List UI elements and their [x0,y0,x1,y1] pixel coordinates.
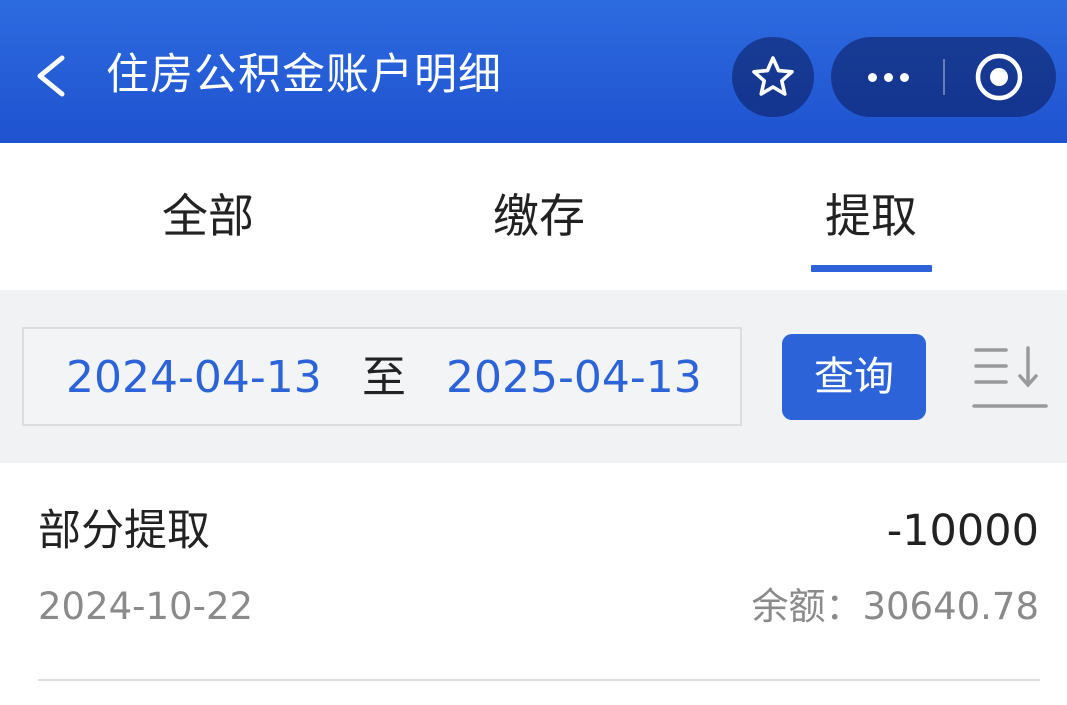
tab-withdraw[interactable]: 提取 [771,181,971,251]
record-balance: 余额：30640.78 [751,585,1039,628]
list-divider [38,679,1040,681]
tab-deposit[interactable]: 缴存 [439,181,639,251]
sort-descending-icon [972,346,1048,408]
active-tab-indicator [811,265,932,272]
favorite-button[interactable] [732,37,814,117]
tab-bar: 全部 缴存 提取 [0,143,1067,290]
record-date: 2024-10-22 [38,585,254,628]
list-item[interactable]: 部分提取 -10000 2024-10-22 余额：30640.78 [0,463,1067,683]
date-filter-bar: 2024-04-13 至 2025-04-13 查询 [0,290,1067,463]
sort-button[interactable] [970,342,1050,414]
close-button[interactable] [945,37,1056,117]
star-outline-icon [752,56,794,96]
query-button[interactable]: 查询 [782,334,926,420]
back-button[interactable] [26,46,82,106]
record-type: 部分提取 [38,506,210,556]
nav-header: 住房公积金账户明细 [0,0,1067,143]
page-title: 住房公积金账户明细 [106,50,502,100]
more-dot [884,73,893,82]
chevron-left-icon [37,55,65,97]
target-circle-icon [975,53,1023,101]
more-dot [900,73,909,82]
end-date-picker[interactable]: 2025-04-13 [446,349,702,407]
date-range-separator: 至 [362,352,406,403]
more-dots-icon [868,73,877,82]
start-date-picker[interactable]: 2024-04-13 [66,349,322,407]
date-range-box: 2024-04-13 至 2025-04-13 [22,327,742,426]
record-amount: -10000 [886,506,1039,556]
tab-all[interactable]: 全部 [108,181,308,251]
mini-program-capsule [831,37,1056,117]
more-button[interactable] [831,37,943,117]
